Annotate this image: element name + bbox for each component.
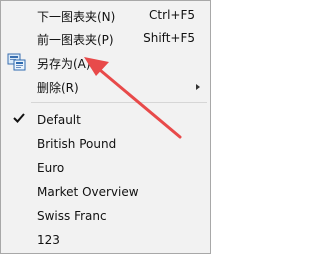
menu-item-label: 删除(R) (37, 81, 79, 95)
menu-item-label: 前一图表夹(P) (37, 33, 114, 47)
menu-item-shortcut: Shift+F5 (143, 31, 195, 45)
save-as-icon (7, 53, 26, 71)
profile-item-market-overview[interactable]: Market Overview (2, 181, 209, 203)
menu-separator (31, 102, 207, 103)
context-menu: 下一图表夹(N) Ctrl+F5 前一图表夹(P) Shift+F5 另存为(A… (0, 0, 211, 254)
menu-item-save-as[interactable]: 另存为(A)... (2, 51, 209, 73)
profile-item-swiss-franc[interactable]: Swiss Franc (2, 205, 209, 227)
profile-item-label: Market Overview (37, 185, 139, 199)
profile-item-label: Default (37, 113, 81, 127)
profile-item-british-pound[interactable]: British Pound (2, 133, 209, 155)
checkmark-icon (13, 113, 25, 123)
profile-item-euro[interactable]: Euro (2, 157, 209, 179)
menu-item-label: 下一图表夹(N) (37, 10, 116, 24)
profile-item-label: Swiss Franc (37, 209, 107, 223)
profile-item-default[interactable]: Default (2, 109, 209, 131)
menu-item-previous-profile[interactable]: 前一图表夹(P) Shift+F5 (2, 27, 209, 49)
submenu-arrow-icon (196, 84, 200, 90)
profile-item-label: British Pound (37, 137, 117, 151)
profile-item-label: 123 (37, 233, 60, 247)
menu-item-label: 另存为(A)... (37, 57, 103, 71)
profile-item-123[interactable]: 123 (2, 229, 209, 251)
menu-item-shortcut: Ctrl+F5 (149, 8, 195, 22)
menu-item-delete[interactable]: 删除(R) (2, 75, 209, 97)
profile-item-label: Euro (37, 161, 65, 175)
menu-item-next-profile[interactable]: 下一图表夹(N) Ctrl+F5 (2, 4, 209, 26)
